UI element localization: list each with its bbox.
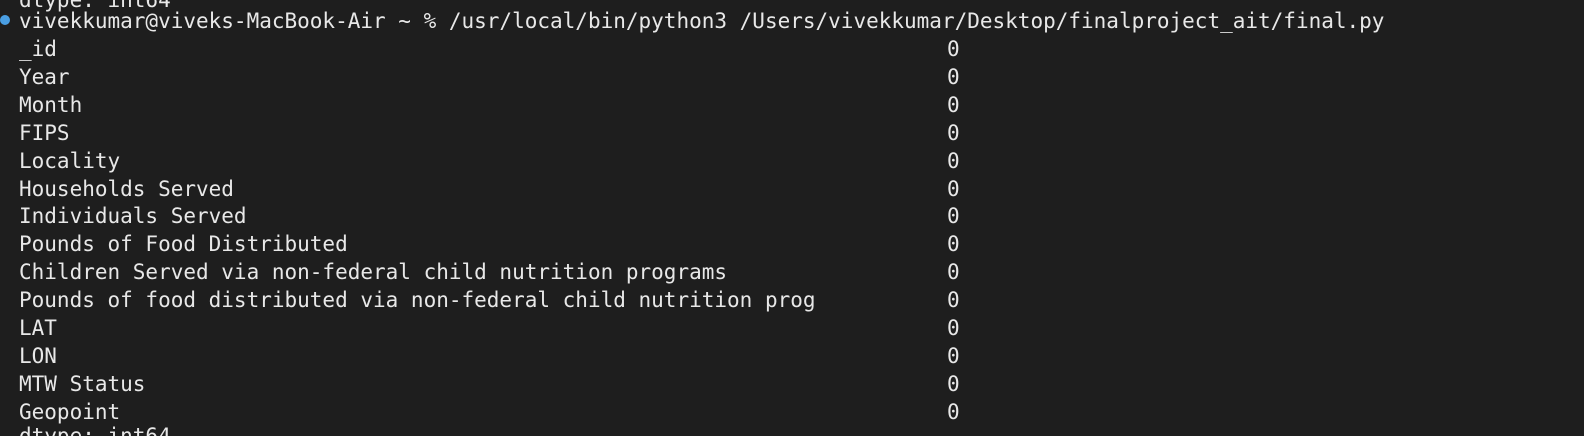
output-row: _id 0	[0, 35, 1584, 63]
null-count-value: 0	[947, 260, 960, 285]
null-count-value: 0	[947, 120, 960, 145]
output-row: Geopoint 0	[0, 398, 1584, 426]
output-row: Pounds of food distributed via non-feder…	[0, 286, 1584, 314]
output-row: Year 0	[0, 63, 1584, 91]
null-count-value: 0	[947, 316, 960, 340]
column-name: _id	[19, 37, 57, 61]
column-name: LAT	[19, 316, 57, 340]
column-name: Households Served	[19, 176, 234, 201]
output-line-partial-bottom: dtype: int64	[19, 424, 171, 436]
column-name: Year	[19, 64, 70, 89]
output-row: Households Served 0	[0, 175, 1584, 203]
column-name: Individuals Served	[19, 204, 247, 229]
output-row: LAT 0	[0, 314, 1584, 342]
column-name: MTW Status	[19, 371, 146, 396]
output-row: Individuals Served 0	[0, 202, 1584, 230]
output-row: Locality 0	[0, 147, 1584, 175]
null-count-value: 0	[947, 399, 960, 424]
column-name: Month	[19, 92, 83, 117]
null-count-value: 0	[947, 288, 960, 313]
output-row: FIPS 0	[0, 119, 1584, 147]
column-name: LON	[19, 343, 57, 368]
output-row: LON 0	[0, 342, 1584, 370]
output-row: Month 0	[0, 91, 1584, 119]
null-count-value: 0	[947, 92, 960, 117]
null-count-value: 0	[947, 148, 960, 173]
null-count-value: 0	[947, 343, 960, 368]
null-count-value: 0	[947, 37, 960, 61]
output-row: MTW Status 0	[0, 370, 1584, 398]
output-row: Children Served via non-federal child nu…	[0, 258, 1584, 286]
column-name: FIPS	[19, 120, 70, 145]
column-name: Pounds of Food Distributed	[19, 232, 348, 257]
terminal-output[interactable]: dtype: int64 vivekkumar@viveks-MacBook-A…	[0, 0, 1584, 436]
output-row: Pounds of Food Distributed 0	[0, 230, 1584, 258]
null-count-value: 0	[947, 232, 960, 257]
column-name: Children Served via non-federal child nu…	[19, 260, 728, 285]
null-count-value: 0	[947, 176, 960, 201]
column-name: Pounds of food distributed via non-feder…	[19, 288, 816, 313]
null-count-value: 0	[947, 204, 960, 229]
null-count-value: 0	[947, 371, 960, 396]
column-name: Locality	[19, 148, 121, 173]
command-prompt-line: vivekkumar@viveks-MacBook-Air ~ % /usr/l…	[19, 9, 1385, 33]
null-count-value: 0	[947, 64, 960, 89]
circle-dot-icon	[0, 15, 10, 25]
